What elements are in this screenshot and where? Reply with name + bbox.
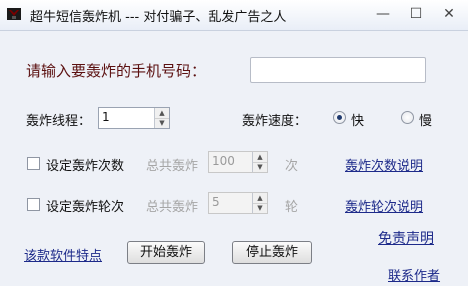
- start-button[interactable]: 开始轰炸: [127, 241, 205, 264]
- rounds-checkbox-label: 设定轰炸轮次: [46, 200, 125, 215]
- rounds-stepper-arrows[interactable]: ▲ ▼: [252, 193, 267, 213]
- stepper-down-icon[interactable]: ▼: [253, 162, 267, 172]
- app-icon: [7, 8, 21, 20]
- contact-author-link[interactable]: 联系作者: [388, 265, 440, 284]
- rounds-checkbox[interactable]: [27, 198, 40, 211]
- rounds-stepper[interactable]: 5 ▲ ▼: [208, 192, 268, 214]
- maximize-icon[interactable]: ☐: [404, 4, 428, 24]
- count-unit-label: 次: [285, 159, 299, 174]
- app-window: 超牛短信轰炸机 --- 对付骗子、乱发广告之人 — ☐ ✕ 请输入要轰炸的手机号…: [0, 0, 468, 286]
- threads-stepper-arrows[interactable]: ▲ ▼: [154, 108, 169, 128]
- close-icon[interactable]: ✕: [437, 4, 461, 24]
- radio-selected-dot: [337, 115, 342, 120]
- speed-slow-label: 慢: [419, 114, 433, 129]
- rounds-unit-label: 轮: [285, 200, 299, 215]
- stepper-down-icon[interactable]: ▼: [155, 118, 169, 128]
- count-stepper[interactable]: 100 ▲ ▼: [208, 151, 268, 173]
- speed-fast-label: 快: [351, 114, 365, 129]
- threads-label: 轰炸线程：: [26, 114, 92, 129]
- stop-button[interactable]: 停止轰炸: [232, 241, 312, 264]
- rounds-total-label: 总共轰炸: [146, 200, 199, 215]
- rounds-help-link[interactable]: 轰炸轮次说明: [345, 196, 423, 215]
- speed-label: 轰炸速度：: [242, 114, 308, 129]
- speed-fast-radio[interactable]: [333, 111, 346, 124]
- phone-number-input[interactable]: [250, 57, 426, 83]
- speed-slow-radio[interactable]: [401, 111, 414, 124]
- count-value: 100: [212, 154, 235, 168]
- count-checkbox-label: 设定轰炸次数: [46, 159, 125, 174]
- threads-stepper[interactable]: 1 ▲ ▼: [98, 107, 170, 129]
- minimize-icon[interactable]: —: [371, 4, 395, 24]
- stepper-down-icon[interactable]: ▼: [253, 203, 267, 213]
- threads-value: 1: [102, 110, 110, 124]
- count-total-label: 总共轰炸: [146, 159, 199, 174]
- phone-prompt-label: 请输入要轰炸的手机号码：: [26, 62, 207, 80]
- disclaimer-link[interactable]: 免责声明: [378, 228, 434, 248]
- title-bar[interactable]: 超牛短信轰炸机 --- 对付骗子、乱发广告之人 — ☐ ✕: [0, 0, 468, 31]
- count-checkbox[interactable]: [27, 157, 40, 170]
- features-link[interactable]: 该款软件特点: [24, 245, 102, 264]
- window-title: 超牛短信轰炸机 --- 对付骗子、乱发广告之人: [30, 10, 287, 25]
- count-help-link[interactable]: 轰炸次数说明: [345, 155, 423, 174]
- count-stepper-arrows[interactable]: ▲ ▼: [252, 152, 267, 172]
- rounds-value: 5: [212, 195, 220, 209]
